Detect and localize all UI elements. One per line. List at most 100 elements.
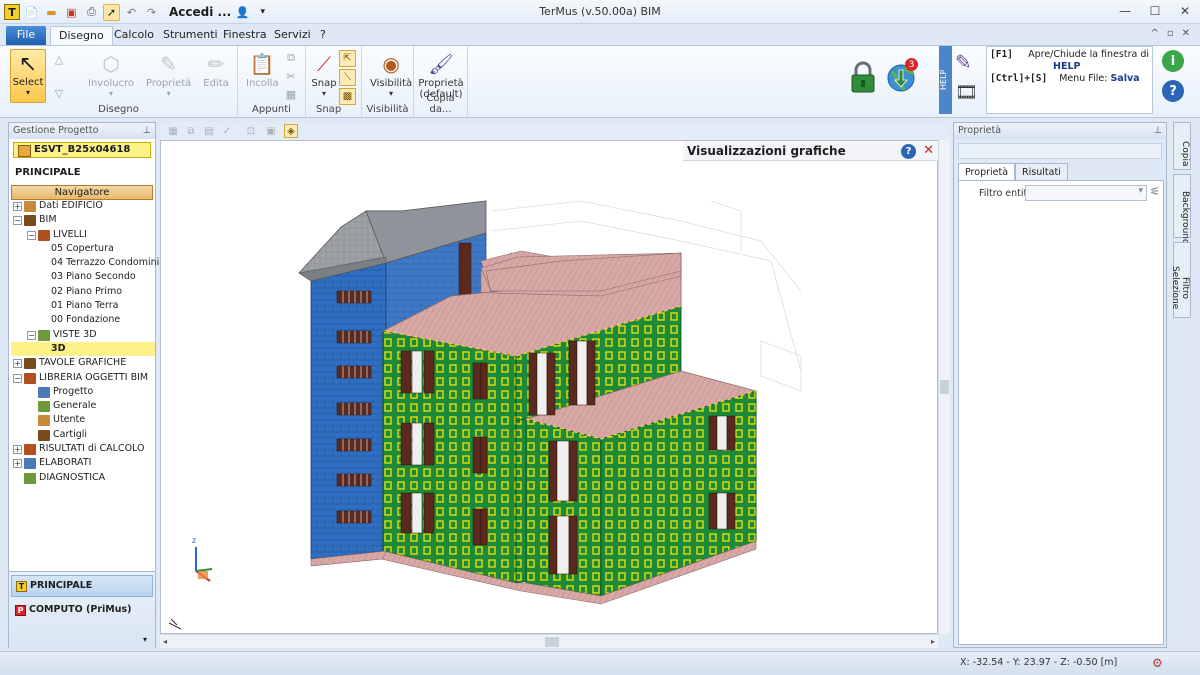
view-3d-icon[interactable]: ◈ [284, 124, 298, 138]
tree-node[interactable]: + RISULTATI di CALCOLO [11, 442, 155, 456]
viewport-vertical-scrollbar[interactable] [938, 140, 950, 634]
scroll-left-icon[interactable]: ◂ [163, 637, 167, 646]
tree-node[interactable]: 05 Copertura [11, 242, 155, 256]
view-layer-icon[interactable]: ▤ [202, 124, 216, 138]
tree-node[interactable]: + TAVOLE GRAFICHE [11, 356, 155, 370]
scroll-right-icon[interactable]: ▸ [931, 637, 935, 646]
tree-expander-icon[interactable]: − [27, 330, 36, 340]
view-frame-icon[interactable]: ▣ [264, 124, 278, 138]
proprieta-button[interactable]: ✎ Proprietà ▾ [146, 50, 191, 98]
tree-node-icon [24, 372, 36, 384]
tree-expander-icon[interactable]: − [27, 230, 36, 240]
tree-node[interactable]: DIAGNOSTICA [11, 471, 155, 485]
arrow-up-icon[interactable]: △ [52, 52, 66, 66]
tree-node[interactable]: Progetto [11, 385, 155, 399]
pin-icon[interactable]: ⊥ [143, 123, 151, 138]
lock-icon[interactable] [848, 60, 878, 94]
eye-visibility-icon: ◉ [382, 52, 400, 76]
viewport-horizontal-scrollbar[interactable]: ◂ ▸ [160, 634, 938, 648]
navigator-button[interactable]: Navigatore [11, 185, 153, 200]
snap-endpoint-icon[interactable]: ⇱ [339, 50, 356, 67]
snap-line-icon[interactable]: ⟍ [339, 69, 356, 86]
tree-expander-icon[interactable]: − [13, 373, 22, 383]
tree-node[interactable]: 01 Piano Terra [11, 299, 155, 313]
snap-button[interactable]: ⟋ Snap ▾ [310, 50, 338, 98]
tab-servizi[interactable]: Servizi [266, 26, 319, 45]
graphic-views-close-icon[interactable]: ✕ [923, 143, 934, 159]
film-help-icon[interactable]: 🎞 [955, 82, 983, 103]
status-settings-icon[interactable]: ⚙ [1152, 656, 1163, 670]
snap-grid-icon[interactable]: ▩ [339, 88, 356, 105]
side-tab-background[interactable]: Background [1173, 174, 1191, 245]
select-dropdown-icon[interactable]: ▾ [26, 88, 30, 97]
view-check-icon[interactable]: ✓ [220, 124, 234, 138]
properties-tabs: Proprietà Risultati [958, 163, 1068, 181]
tree-node[interactable]: 02 Piano Primo [11, 285, 155, 299]
visibilita-button[interactable]: ◉ Visibilità ▾ [370, 50, 412, 98]
horizontal-scroll-thumb[interactable] [545, 637, 559, 647]
tree-node[interactable]: 00 Fondazione [11, 313, 155, 327]
tree-expander-icon[interactable]: + [13, 202, 22, 211]
tree-node-icon [24, 472, 36, 484]
tree-node[interactable]: Utente [11, 413, 155, 427]
graphic-views-help-icon[interactable]: ? [901, 144, 916, 159]
incolla-button[interactable]: 📋 Incolla [246, 50, 279, 89]
building-3d-model[interactable]: z [161, 141, 938, 634]
tree-node[interactable]: + ELABORATI [11, 456, 155, 470]
edita-button[interactable]: ✏ Edita [202, 50, 230, 89]
tree-node[interactable]: Cartigli [11, 428, 155, 442]
filter-icon[interactable]: ⚟ [1150, 185, 1160, 198]
tree-node[interactable]: − LIBRERIA OGGETTI BIM [11, 371, 155, 385]
tree-node-label: 05 Copertura [51, 242, 114, 254]
involucro-button[interactable]: ⬡ Involucro ▾ [88, 50, 134, 98]
tree-node-icon [24, 458, 36, 470]
update-globe-icon[interactable]: 3 [886, 58, 918, 94]
tree-node[interactable]: + Dati EDIFICIO [11, 199, 155, 213]
tree-node[interactable]: − LIVELLI [11, 228, 155, 242]
tab-disegno[interactable]: Disegno [50, 26, 113, 45]
ribbon-collapse-icon[interactable]: ^ [1150, 28, 1158, 39]
entity-filter-select[interactable] [1025, 185, 1147, 201]
side-tab-copia[interactable]: Copia [1173, 122, 1191, 170]
project-name[interactable]: ESVT_B25x04618 [13, 142, 151, 158]
view-grid-icon[interactable]: ▦ [166, 124, 180, 138]
tree-expander-icon[interactable]: + [13, 445, 22, 455]
tab-file[interactable]: File [6, 26, 46, 45]
tree-expander-icon[interactable]: + [13, 459, 22, 469]
module-computo[interactable]: P COMPUTO (PriMus) [11, 600, 153, 622]
view-copy-icon[interactable]: ⧉ [184, 124, 198, 138]
vertical-scroll-thumb[interactable] [940, 380, 949, 394]
tree-node[interactable]: − BIM [11, 213, 155, 227]
tree-expander-icon[interactable]: + [13, 359, 22, 369]
copy-icon[interactable]: ⧉ [284, 51, 298, 65]
ribbon-close-icon[interactable]: ✕ [1182, 28, 1190, 39]
side-tab-filtro-selezione[interactable]: Filtro Selezione [1170, 242, 1191, 318]
help-strip[interactable]: HELP [939, 46, 952, 114]
paste-special-icon[interactable]: ▦ [284, 87, 298, 101]
edit-help-icon[interactable]: ✎ [955, 50, 983, 74]
select-button[interactable]: ↖ Select ▾ [10, 49, 46, 103]
tree-node[interactable]: 03 Piano Secondo [11, 270, 155, 284]
view-zoom-icon[interactable]: ⊡ [244, 124, 258, 138]
ribbon-restore-icon[interactable]: ▫ [1167, 28, 1174, 39]
cut-icon[interactable]: ✂ [284, 69, 298, 83]
properties-pin-icon[interactable]: ⊥ [1154, 123, 1162, 138]
tree-node[interactable]: − VISTE 3D [11, 328, 155, 342]
tab-risultati[interactable]: Risultati [1015, 163, 1068, 181]
module-more-icon[interactable]: ▾ [143, 635, 147, 644]
info-icon[interactable]: i [1162, 50, 1184, 72]
tree-node[interactable]: 3D [11, 341, 155, 357]
tab-help[interactable]: ? [312, 26, 334, 45]
maximize-icon[interactable]: ☐ [1140, 0, 1170, 22]
arrow-down-icon[interactable]: ▽ [52, 86, 66, 100]
module-principale[interactable]: T PRINCIPALE [11, 575, 153, 597]
help-question-icon[interactable]: ? [1162, 80, 1184, 102]
tab-proprieta[interactable]: Proprietà [958, 163, 1016, 181]
tree-node[interactable]: 04 Terrazzo Condominiale [11, 256, 174, 270]
3d-viewport[interactable]: z [160, 140, 938, 634]
tree-node[interactable]: Generale [11, 399, 155, 413]
tab-calcolo[interactable]: Calcolo [106, 26, 162, 45]
tree-expander-icon[interactable]: − [13, 216, 22, 226]
close-icon[interactable]: ✕ [1170, 0, 1200, 22]
minimize-icon[interactable]: — [1110, 0, 1140, 22]
